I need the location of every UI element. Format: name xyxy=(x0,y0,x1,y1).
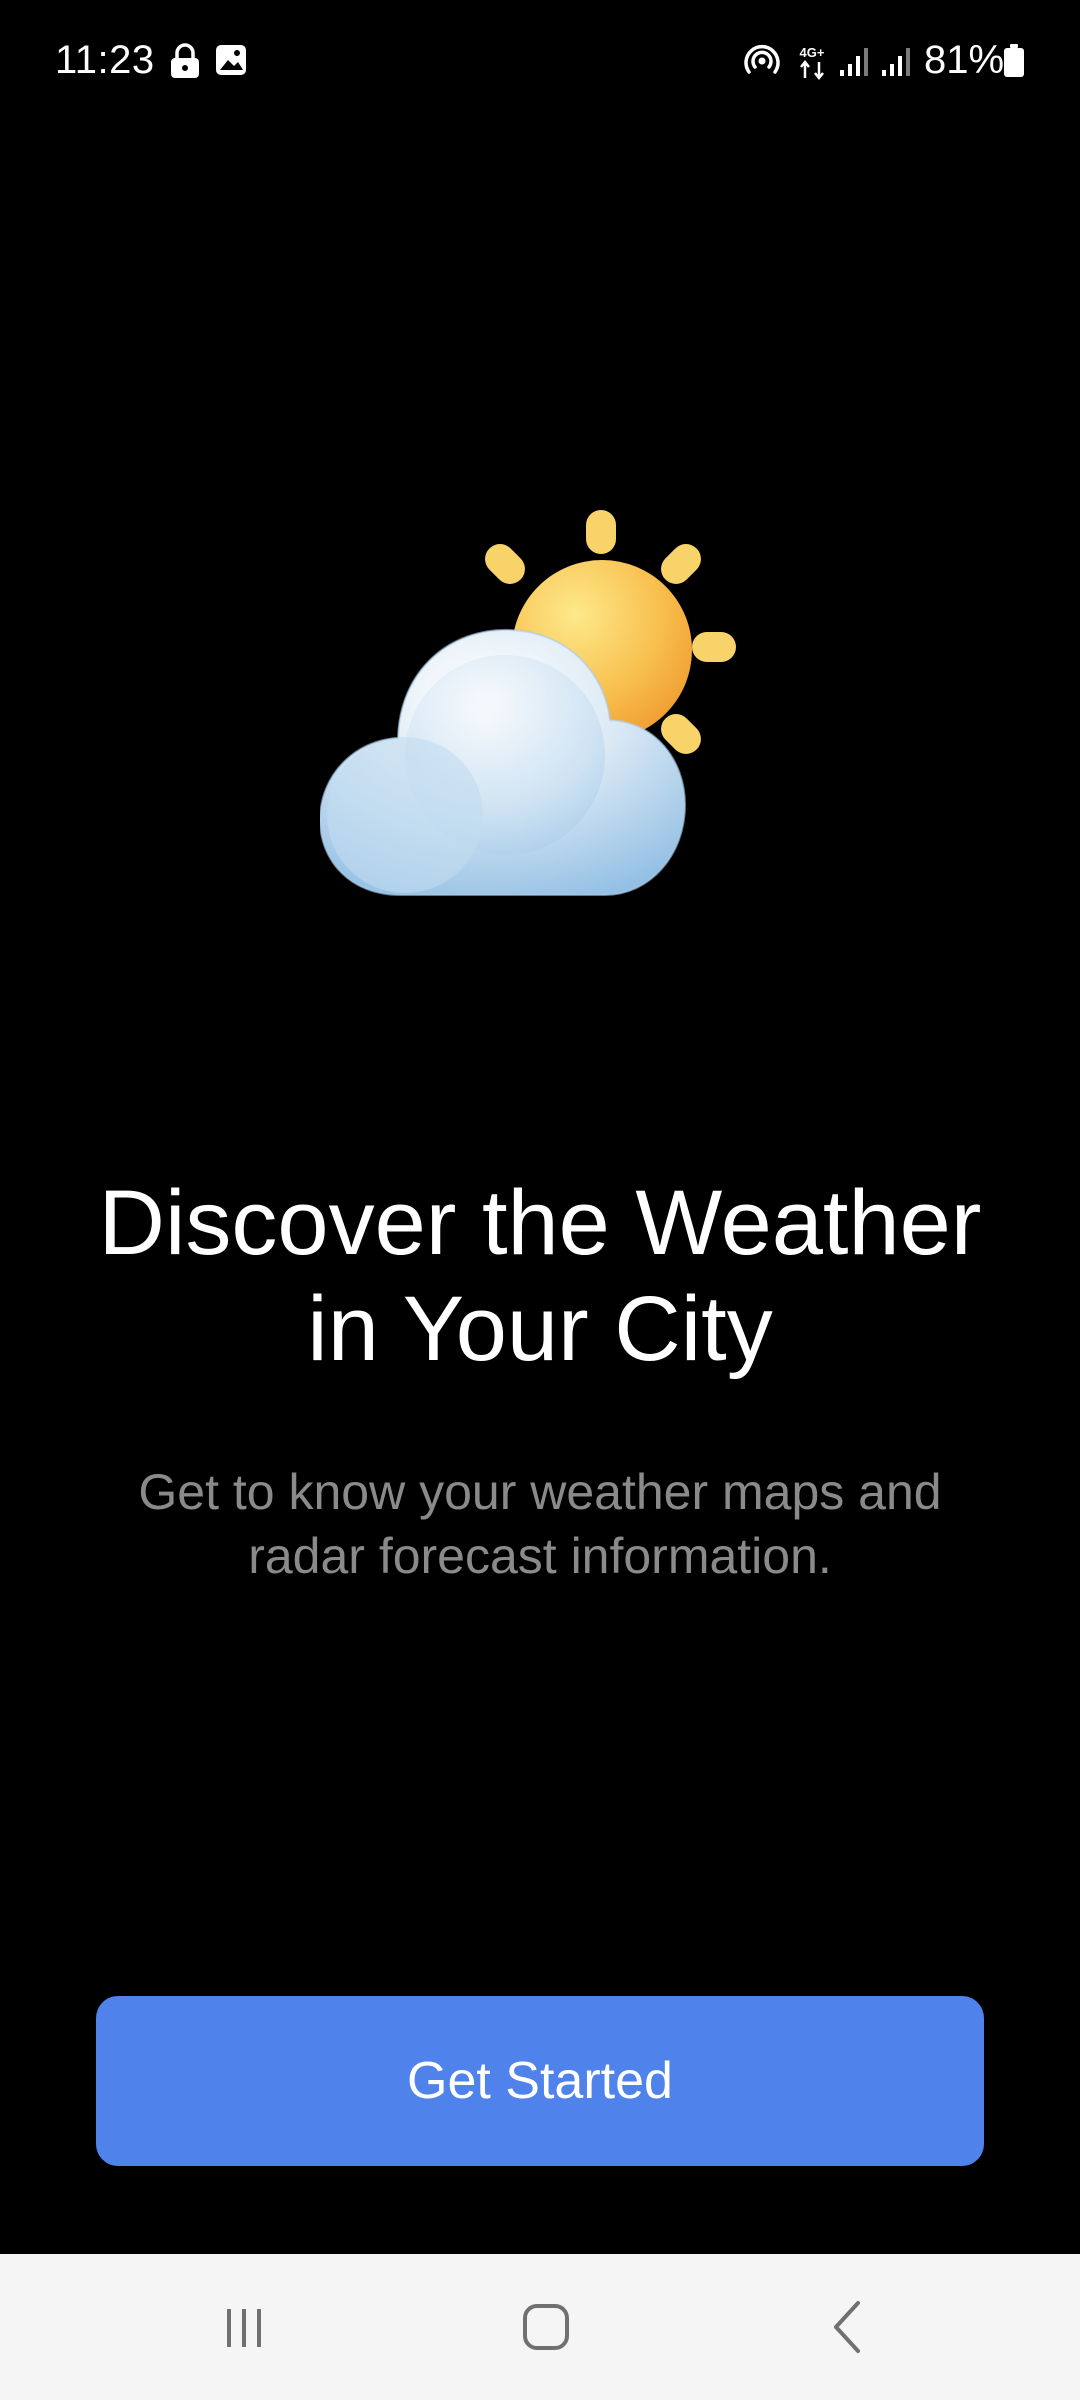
recent-apps-icon xyxy=(227,2309,261,2347)
hotspot-icon xyxy=(744,44,780,74)
home-button[interactable] xyxy=(446,2254,646,2400)
status-time: 11:23 xyxy=(55,38,155,82)
subtitle-line-2: radar forecast information. xyxy=(248,1528,832,1584)
onboarding-headline: Discover the Weather in Your City xyxy=(40,1170,1040,1382)
recent-apps-button[interactable] xyxy=(144,2254,344,2400)
back-icon xyxy=(834,2301,860,2353)
headline-line-1: Discover the Weather xyxy=(98,1172,982,1274)
battery-percent: 81% xyxy=(924,38,1005,82)
svg-text:4G+: 4G+ xyxy=(800,45,825,60)
signal-icon xyxy=(882,48,910,76)
onboarding-subtitle: Get to know your weather maps and radar … xyxy=(90,1460,990,1588)
image-notification-icon xyxy=(216,45,246,75)
navigation-bar xyxy=(0,2254,1080,2400)
home-icon xyxy=(523,2304,569,2350)
status-bar: 11:23 4G+ 81% xyxy=(0,0,1080,120)
headline-line-2: in Your City xyxy=(307,1278,773,1380)
get-started-button[interactable]: Get Started xyxy=(96,1996,984,2166)
signal-icon xyxy=(840,48,868,76)
battery-icon xyxy=(1004,44,1024,77)
lock-icon xyxy=(171,43,199,78)
data-4g-plus-icon: 4G+ xyxy=(800,45,825,80)
subtitle-line-1: Get to know your weather maps and xyxy=(138,1464,942,1520)
back-button[interactable] xyxy=(748,2254,948,2400)
partly-cloudy-icon xyxy=(320,510,736,896)
